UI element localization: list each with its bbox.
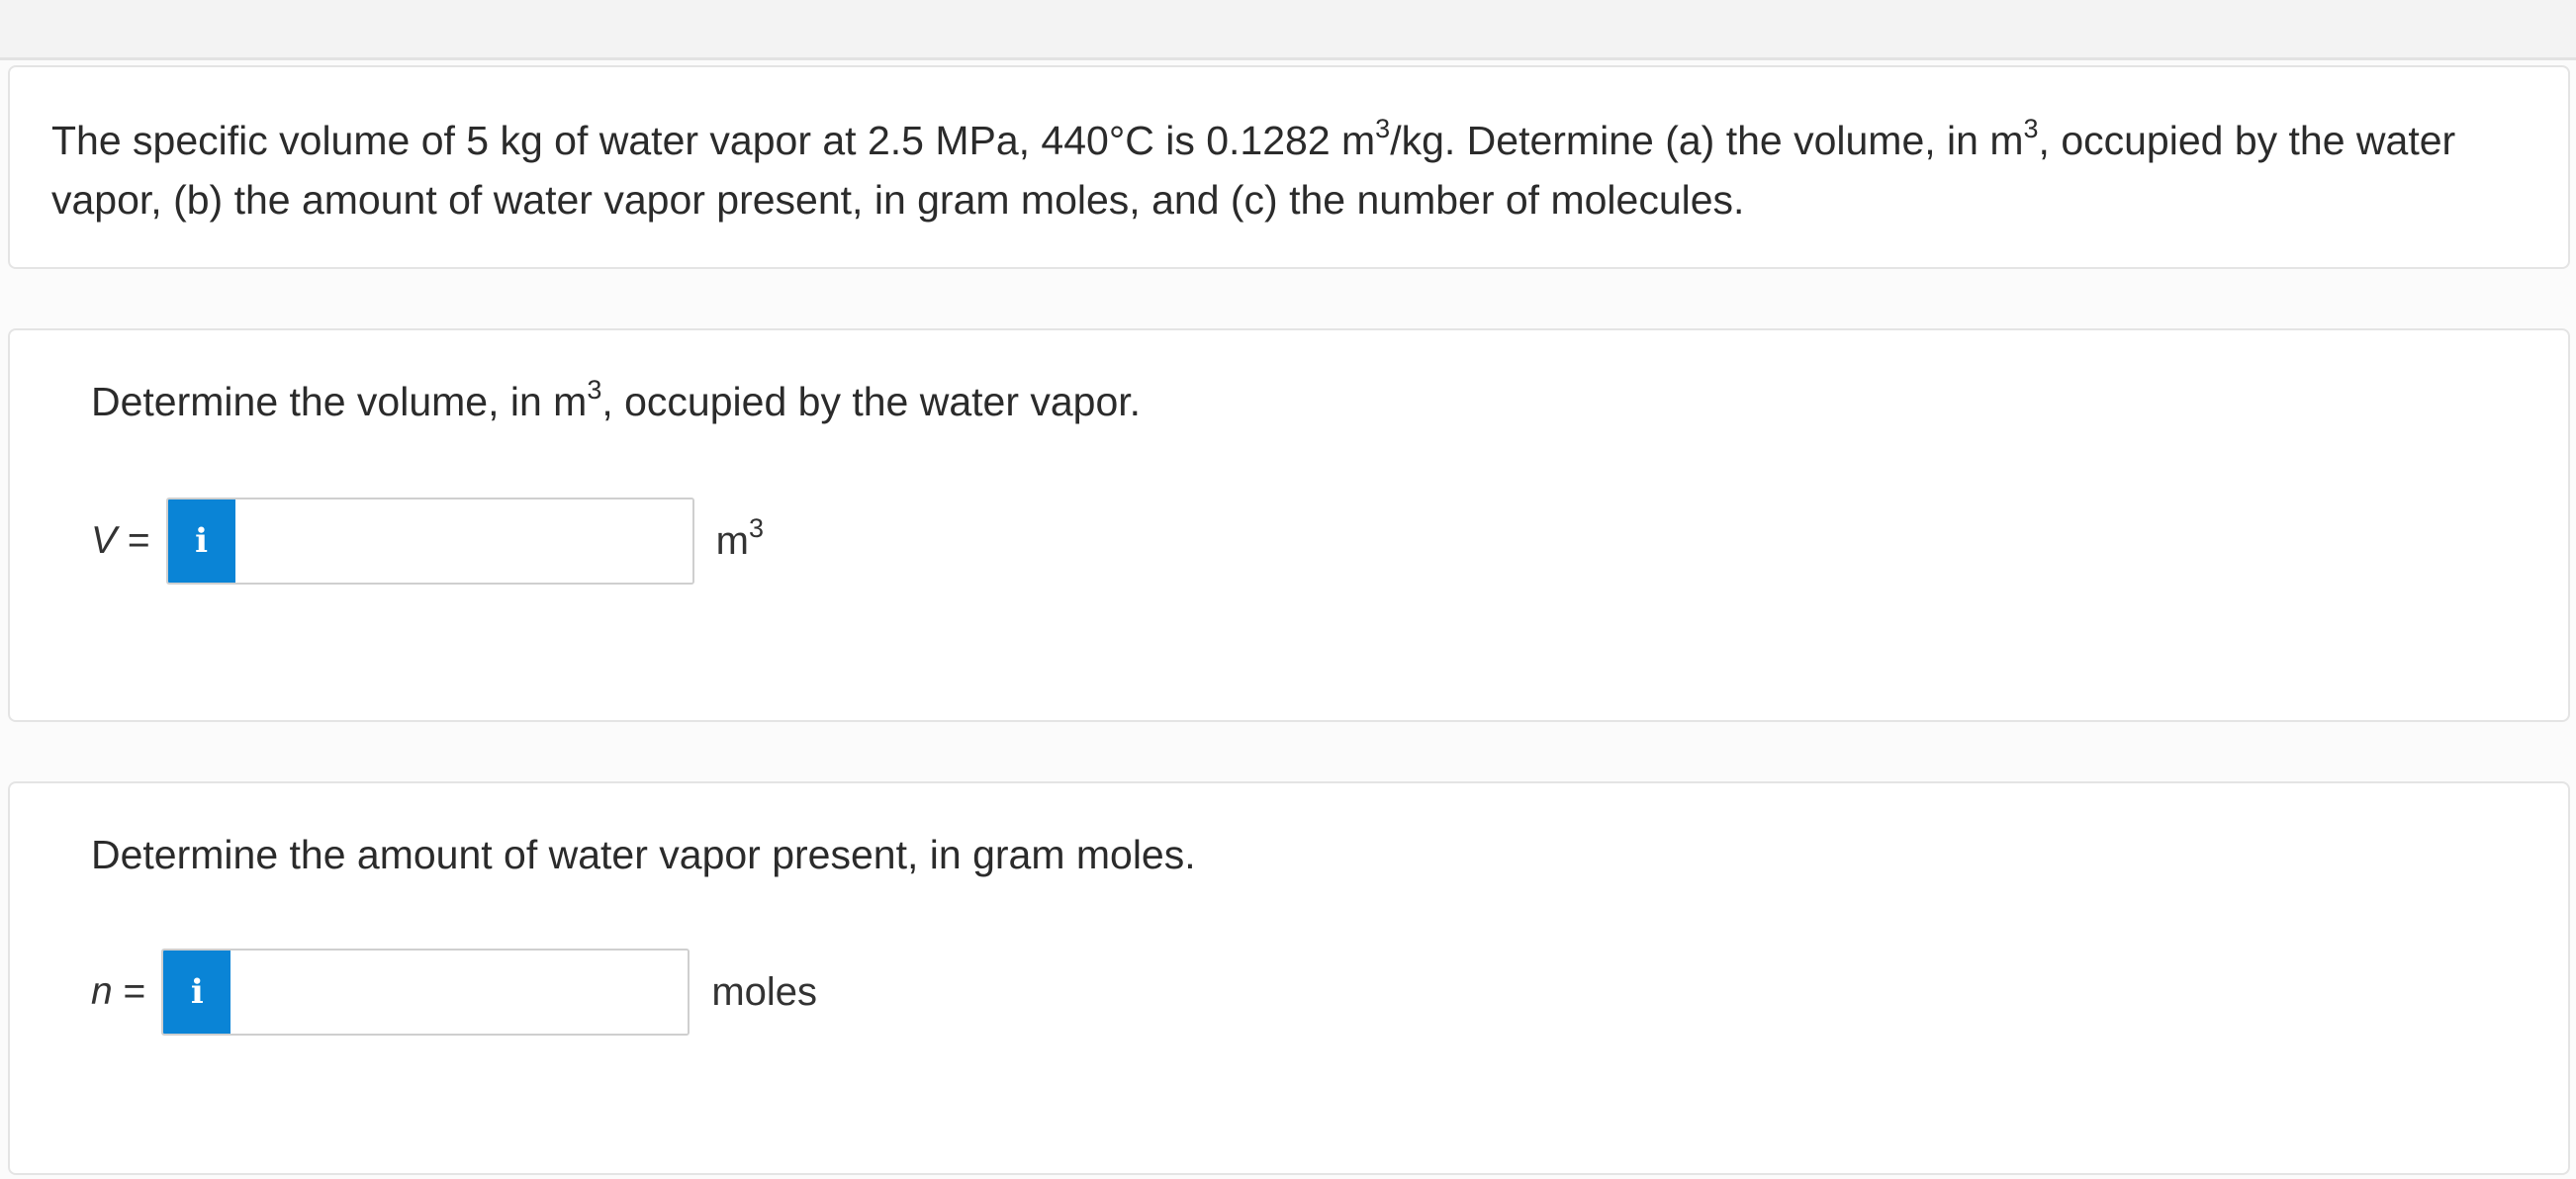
question-card-volume: Determine the volume, in m3, occupied by…	[8, 328, 2570, 722]
problem-text-part2: /kg. Determine (a) the volume, in m	[1390, 118, 2024, 163]
moles-unit: moles	[711, 969, 818, 1014]
volume-unit-base: m	[715, 518, 749, 563]
answer-row-moles: n = i moles	[91, 948, 817, 1037]
answer-row-volume: V = i m3	[91, 497, 764, 586]
problem-text-part1: The specific volume of 5 kg of water vap…	[51, 118, 1376, 163]
question-volume-text-end: , occupied by the water vapor.	[601, 379, 1142, 424]
info-icon[interactable]: i	[167, 499, 235, 583]
variable-n: n	[91, 970, 113, 1013]
question-moles: Determine the amount of water vapor pres…	[91, 832, 1196, 877]
info-icon[interactable]: i	[163, 951, 231, 1034]
problem-superscript-1: 3	[1375, 114, 1391, 144]
volume-unit-superscript: 3	[748, 513, 764, 544]
question-volume: Determine the volume, in m3, occupied by…	[91, 376, 1141, 427]
problem-statement: The specific volume of 5 kg of water vap…	[51, 111, 2534, 229]
moles-input-group: i	[161, 949, 690, 1036]
equals-sign: =	[123, 970, 146, 1013]
moles-input[interactable]	[230, 951, 689, 1034]
volume-input[interactable]	[234, 499, 692, 583]
problem-statement-card: The specific volume of 5 kg of water vap…	[8, 65, 2570, 269]
volume-input-group: i	[165, 498, 694, 585]
equals-sign: =	[127, 519, 150, 562]
question-volume-text: Determine the volume, in m	[91, 379, 588, 424]
top-bar	[0, 0, 2576, 60]
variable-label-v: V =	[91, 519, 150, 563]
variable-v: V	[91, 519, 118, 562]
question-volume-superscript: 3	[587, 375, 602, 406]
volume-unit: m3	[715, 515, 764, 564]
question-card-moles: Determine the amount of water vapor pres…	[8, 781, 2570, 1175]
problem-superscript-2: 3	[2023, 114, 2039, 144]
variable-label-n: n =	[91, 970, 145, 1014]
